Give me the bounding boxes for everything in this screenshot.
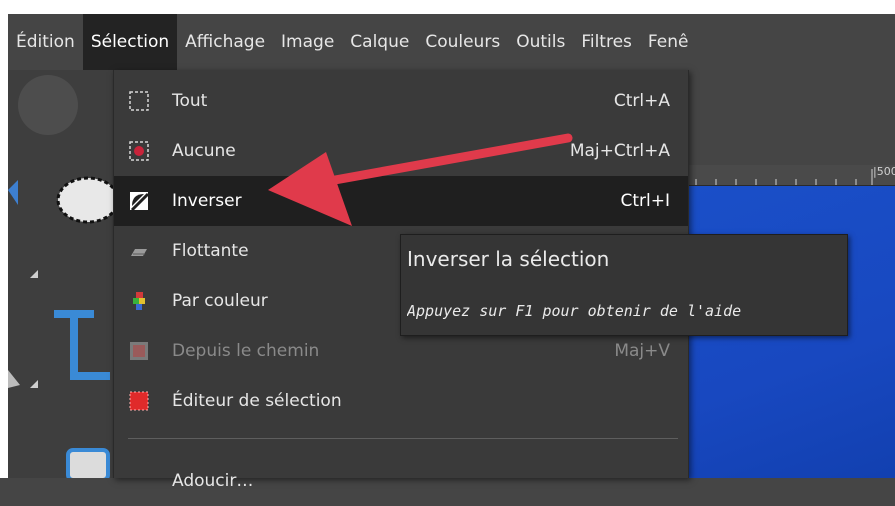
toolbox-panel: [8, 70, 120, 482]
menu-item-label: Flottante: [172, 241, 249, 261]
path-to-selection-icon: [130, 342, 148, 360]
select-none-icon: [129, 141, 149, 161]
menu-filtres[interactable]: Filtres: [573, 14, 640, 70]
crop-tool-icon: [70, 310, 78, 380]
menu-item-tout[interactable]: Tout Ctrl+A: [114, 76, 688, 126]
menu-item-label: Adoucir…: [172, 471, 254, 491]
menu-item-label: Tout: [172, 91, 208, 111]
tool-group-corner-icon: [30, 380, 38, 388]
ellipse-select-tool-icon: [56, 176, 120, 224]
menu-separator: [128, 438, 678, 439]
menu-item-shortcut: Maj+Ctrl+A: [569, 141, 670, 161]
tool-icon: [8, 370, 20, 388]
menu-item-shortcut: Ctrl+A: [613, 91, 670, 111]
tooltip: Inverser la sélection Appuyez sur F1 pou…: [400, 234, 848, 336]
menu-item-shortcut: Ctrl+I: [620, 191, 670, 211]
ruler: [686, 165, 895, 186]
tool-group-corner-icon: [30, 270, 38, 278]
invert-selection-icon: [130, 192, 150, 212]
menu-calque[interactable]: Calque: [342, 14, 417, 70]
tool-icon: [66, 448, 110, 482]
menu-item-label: Depuis le chemin: [172, 341, 320, 361]
menu-affichage[interactable]: Affichage: [177, 14, 273, 70]
menu-item-label: Par couleur: [172, 291, 268, 311]
menu-edition[interactable]: Édition: [8, 14, 83, 70]
menubar: Édition Sélection Affichage Image Calque…: [8, 14, 895, 70]
selection-editor-icon: [129, 391, 149, 411]
screenshot-border: [0, 0, 895, 14]
menu-item-aucune[interactable]: Aucune Maj+Ctrl+A: [114, 126, 688, 176]
menu-item-label: Aucune: [172, 141, 236, 161]
menu-outils[interactable]: Outils: [508, 14, 573, 70]
wilber-logo-icon: [18, 75, 78, 135]
tooltip-title: Inverser la sélection: [407, 247, 610, 271]
menu-item-shortcut: Maj+V: [614, 341, 670, 361]
ruler-label: |500: [873, 165, 895, 178]
menu-item-adoucir[interactable]: Adoucir…: [114, 456, 688, 506]
menu-item-inverser[interactable]: Inverser Ctrl+I: [114, 176, 688, 226]
float-selection-icon: [131, 249, 147, 256]
toolbox-icons: [8, 75, 120, 482]
menu-selection[interactable]: Sélection: [82, 14, 178, 70]
select-by-color-icon: [133, 292, 145, 310]
menu-image[interactable]: Image: [273, 14, 342, 70]
screenshot-border: [0, 14, 8, 478]
menu-item-label: Éditeur de sélection: [172, 391, 342, 411]
menu-item-editeur-de-selection[interactable]: Éditeur de sélection: [114, 376, 688, 426]
tooltip-help-text: Appuyez sur F1 pour obtenir de l'aide: [407, 302, 742, 320]
menu-fenetres[interactable]: Fenê: [640, 14, 697, 70]
menu-couleurs[interactable]: Couleurs: [417, 14, 508, 70]
menu-item-label: Inverser: [172, 191, 242, 211]
expand-arrow-icon: [8, 180, 18, 205]
select-all-icon: [129, 91, 149, 111]
